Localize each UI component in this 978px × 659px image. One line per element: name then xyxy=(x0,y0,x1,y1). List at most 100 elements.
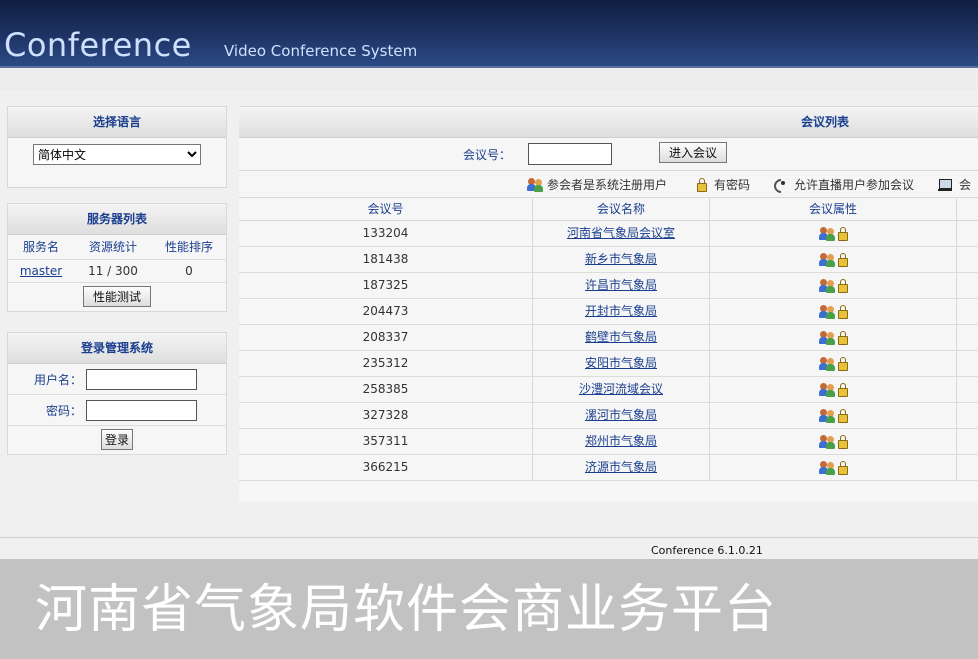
meeting-extra-cell xyxy=(957,247,978,272)
meeting-name-link[interactable]: 郑州市气象局 xyxy=(585,434,657,448)
users-icon xyxy=(818,460,835,475)
password-input[interactable] xyxy=(86,399,197,421)
language-select[interactable]: 简体中文 xyxy=(33,144,201,165)
col-meeting-attrs: 会议属性 xyxy=(710,198,957,220)
language-panel-title: 选择语言 xyxy=(8,107,226,138)
meeting-attrs-cell xyxy=(710,221,957,246)
meeting-extra-cell xyxy=(957,325,978,350)
meeting-attrs-cell xyxy=(710,325,957,350)
users-icon xyxy=(818,252,835,267)
users-icon xyxy=(818,408,835,423)
lock-icon xyxy=(837,434,848,449)
meeting-name-cell: 鹤壁市气象局 xyxy=(533,325,710,350)
meeting-id-cell: 187325 xyxy=(239,273,533,298)
meeting-list-panel: 会议列表 会议号： 进入会议 参会者是系统注册用户 有密码 允许直播用户参加会议… xyxy=(239,106,978,502)
join-meeting-row: 会议号： 进入会议 xyxy=(239,138,978,171)
meeting-row: 366215 济源市气象局 xyxy=(239,455,978,481)
meeting-name-link[interactable]: 安阳市气象局 xyxy=(585,356,657,370)
password-row: 密码： xyxy=(8,395,226,426)
legend-more-text: 会 xyxy=(959,178,972,192)
footer-divider xyxy=(0,537,978,538)
header-subband xyxy=(0,68,978,90)
users-icon xyxy=(527,177,543,192)
meeting-extra-cell xyxy=(957,429,978,454)
meeting-attrs-cell xyxy=(710,351,957,376)
legend-registered: 参会者是系统注册用户 xyxy=(527,176,667,193)
col-meeting-id: 会议号 xyxy=(239,198,533,220)
meeting-extra-cell xyxy=(957,221,978,246)
server-resources-cell: 11 / 300 xyxy=(88,264,138,278)
users-icon xyxy=(818,434,835,449)
meeting-id-cell: 258385 xyxy=(239,377,533,402)
caption-overlay: 河南省气象局软件会商业务平台 xyxy=(0,559,978,659)
meeting-name-link[interactable]: 沙澧河流域会议 xyxy=(579,382,663,396)
meeting-table-body: 133204 河南省气象局会议室 181438 新乡市气象局 187325 许昌市气象局 2… xyxy=(239,221,978,481)
meeting-name-cell: 新乡市气象局 xyxy=(533,247,710,272)
meeting-name-link[interactable]: 许昌市气象局 xyxy=(585,278,657,292)
meeting-row: 327328 漯河市气象局 xyxy=(239,403,978,429)
meeting-row: 133204 河南省气象局会议室 xyxy=(239,221,978,247)
col-extra xyxy=(957,198,978,220)
performance-test-button[interactable]: 性能测试 xyxy=(82,286,151,307)
meeting-list-title-text: 会议列表 xyxy=(801,115,850,129)
server-col-name: 服务名 xyxy=(22,240,59,254)
join-meeting-button[interactable]: 进入会议 xyxy=(659,142,728,163)
meeting-id-label: 会议号： xyxy=(463,148,512,162)
meeting-id-cell: 181438 xyxy=(239,247,533,272)
users-icon xyxy=(818,382,835,397)
lock-icon xyxy=(697,177,707,192)
server-panel: 服务器列表 服务名 资源统计 性能排序 master 11 / 300 0 性能… xyxy=(7,203,227,312)
meeting-extra-cell xyxy=(957,299,978,324)
users-icon xyxy=(818,226,835,241)
meeting-attrs-cell xyxy=(710,299,957,324)
lock-icon xyxy=(837,304,848,319)
meeting-name-cell: 沙澧河流域会议 xyxy=(533,377,710,402)
meeting-legend: 参会者是系统注册用户 有密码 允许直播用户参加会议 会 xyxy=(239,171,978,198)
meeting-name-link[interactable]: 开封市气象局 xyxy=(585,304,657,318)
legend-broadcast-text: 允许直播用户参加会议 xyxy=(794,178,915,192)
meeting-name-link[interactable]: 鹤壁市气象局 xyxy=(585,330,657,344)
meeting-id-cell: 204473 xyxy=(239,299,533,324)
broadcast-icon xyxy=(771,175,791,196)
users-icon xyxy=(818,278,835,293)
meeting-row: 208337 鹤壁市气象局 xyxy=(239,325,978,351)
meeting-id-cell: 357311 xyxy=(239,429,533,454)
lock-icon xyxy=(837,382,848,397)
meeting-name-link[interactable]: 河南省气象局会议室 xyxy=(567,226,675,240)
users-icon xyxy=(818,356,835,371)
meeting-attrs-cell xyxy=(710,377,957,402)
login-button[interactable]: 登录 xyxy=(100,429,133,450)
username-input[interactable] xyxy=(86,368,197,390)
server-col-rank: 性能排序 xyxy=(164,240,213,254)
lock-icon xyxy=(837,356,848,371)
lock-icon xyxy=(837,460,848,475)
meeting-name-cell: 郑州市气象局 xyxy=(533,429,710,454)
meeting-name-link[interactable]: 漯河市气象局 xyxy=(585,408,657,422)
language-panel: 选择语言 简体中文 xyxy=(7,106,227,188)
meeting-name-link[interactable]: 济源市气象局 xyxy=(585,460,657,474)
meeting-extra-cell xyxy=(957,455,978,480)
meeting-extra-cell xyxy=(957,351,978,376)
meeting-name-cell: 许昌市气象局 xyxy=(533,273,710,298)
username-row: 用户名： xyxy=(8,364,226,395)
lock-icon xyxy=(837,408,848,423)
meeting-row: 235312 安阳市气象局 xyxy=(239,351,978,377)
app-header: Conference Video Conference System xyxy=(0,0,978,66)
meeting-row: 204473 开封市气象局 xyxy=(239,299,978,325)
server-panel-title: 服务器列表 xyxy=(8,204,226,235)
meeting-name-cell: 河南省气象局会议室 xyxy=(533,221,710,246)
meeting-id-input[interactable] xyxy=(528,143,612,165)
meeting-extra-cell xyxy=(957,273,978,298)
login-button-row: 登录 xyxy=(8,426,226,450)
server-name-link[interactable]: master xyxy=(20,264,62,278)
server-table-header: 服务名 资源统计 性能排序 xyxy=(8,235,226,260)
server-test-row: 性能测试 xyxy=(8,283,226,307)
meeting-name-cell: 济源市气象局 xyxy=(533,455,710,480)
meeting-name-cell: 安阳市气象局 xyxy=(533,351,710,376)
legend-registered-text: 参会者是系统注册用户 xyxy=(547,178,668,192)
users-icon xyxy=(818,304,835,319)
col-meeting-name: 会议名称 xyxy=(533,198,710,220)
monitor-icon xyxy=(938,178,952,191)
brand-subtitle: Video Conference System xyxy=(224,42,418,60)
meeting-name-link[interactable]: 新乡市气象局 xyxy=(585,252,657,266)
